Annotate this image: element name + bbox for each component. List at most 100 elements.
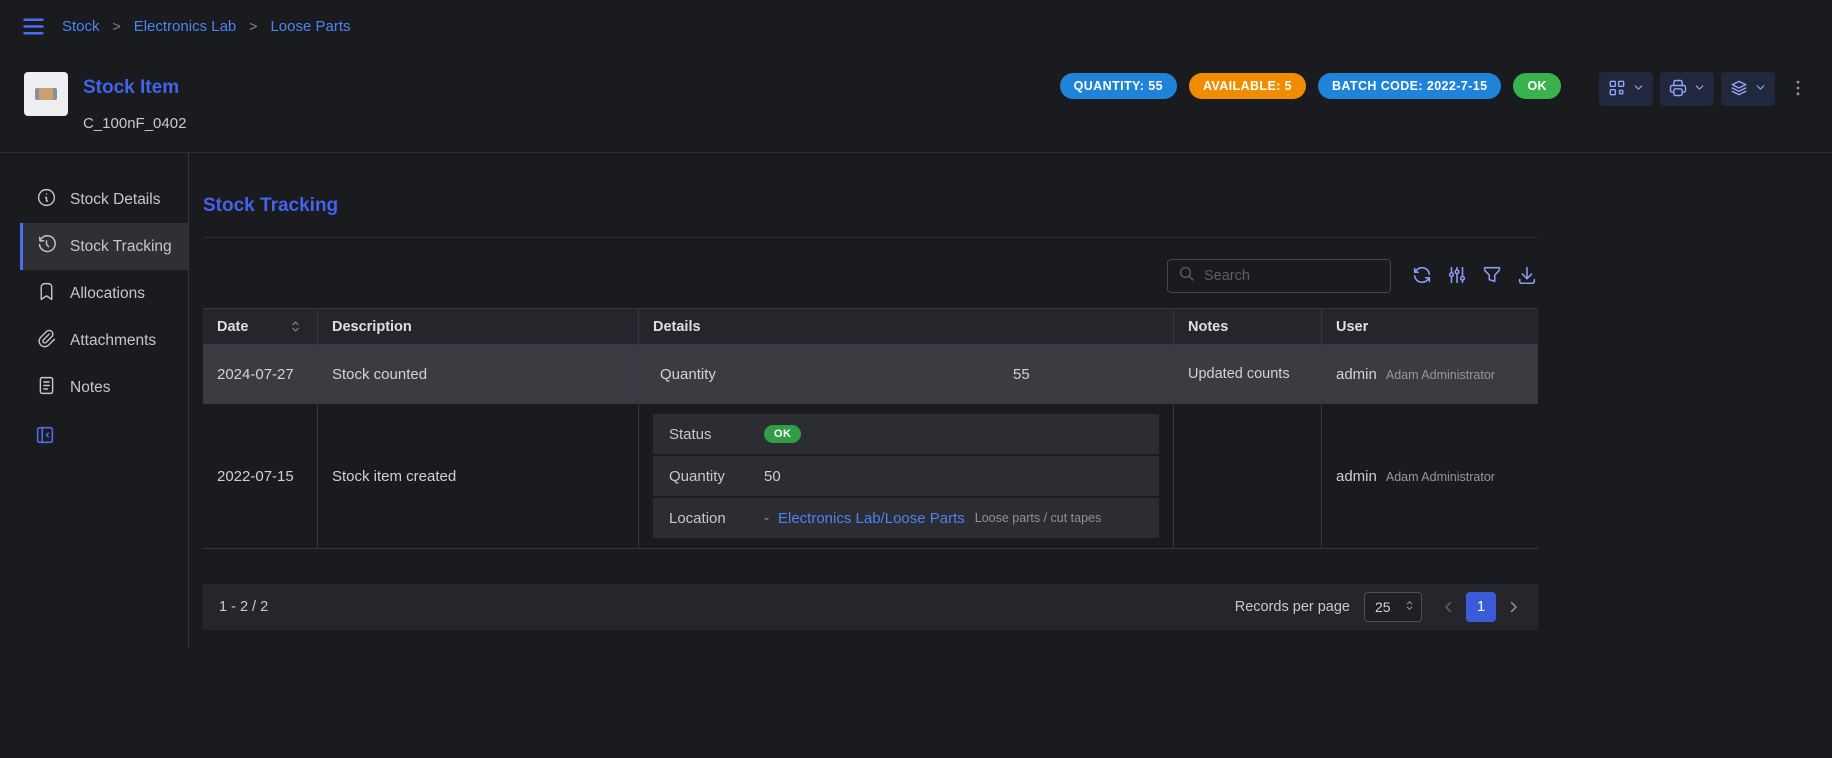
search-box xyxy=(1167,259,1391,293)
search-input[interactable] xyxy=(1204,268,1380,284)
description-value: Stock item created xyxy=(332,468,456,485)
location-link[interactable]: Electronics Lab/Loose Parts xyxy=(778,510,965,527)
location-caption: Loose parts / cut tapes xyxy=(975,511,1101,525)
table-toolbar xyxy=(203,259,1538,293)
column-header-label: Description xyxy=(332,319,412,335)
more-options-button[interactable] xyxy=(1788,72,1808,106)
details-cell: Quantity 55 xyxy=(638,345,1173,403)
column-header-date[interactable]: Date xyxy=(203,309,317,344)
record-range: 1 - 2 / 2 xyxy=(219,599,268,615)
sidebar-item-label: Allocations xyxy=(70,285,145,303)
detail-key: Quantity xyxy=(653,366,1013,383)
dash-separator: - xyxy=(764,510,769,527)
column-header-description[interactable]: Description xyxy=(317,309,638,344)
user-fullname: Adam Administrator xyxy=(1386,368,1495,382)
adjustments-icon xyxy=(1446,264,1468,289)
details-cell: Status OK Quantity 50 Location - Electro… xyxy=(638,404,1173,548)
date-value: 2022-07-15 xyxy=(217,468,294,485)
stock-item-name: C_100nF_0402 xyxy=(83,115,186,132)
detail-key: Quantity xyxy=(669,468,764,485)
date-cell: 2024-07-27 xyxy=(203,345,317,403)
breadcrumb: Stock > Electronics Lab > Loose Parts xyxy=(62,18,351,35)
column-header-user: User xyxy=(1321,309,1538,344)
download-icon xyxy=(1516,264,1538,289)
sidebar-collapse-icon xyxy=(34,434,56,449)
detail-entry-quantity: Quantity 50 xyxy=(653,456,1159,496)
records-per-page-select[interactable]: 25 xyxy=(1364,592,1422,622)
table-footer-right: Records per page 25 1 xyxy=(1235,592,1522,622)
info-icon xyxy=(36,187,57,213)
stock-operations-button[interactable] xyxy=(1721,72,1775,106)
detail-key: Status xyxy=(669,426,764,443)
description-value: Stock counted xyxy=(332,366,427,383)
detail-key: Location xyxy=(669,510,764,527)
refresh-icon xyxy=(1411,264,1433,289)
filter-button[interactable] xyxy=(1481,264,1503,289)
description-cell: Stock item created xyxy=(317,404,638,548)
previous-page-button[interactable] xyxy=(1440,598,1458,616)
details-subtable: Status OK Quantity 50 Location - Electro… xyxy=(653,404,1159,548)
page-title: Stock Item xyxy=(83,77,186,99)
username: admin xyxy=(1336,468,1377,485)
page-1-button[interactable]: 1 xyxy=(1466,592,1496,622)
breadcrumb-separator: > xyxy=(249,18,257,34)
column-header-label: User xyxy=(1336,319,1368,335)
user-fullname: Adam Administrator xyxy=(1386,470,1495,484)
sort-icon[interactable] xyxy=(288,319,303,334)
sidebar-collapse-button[interactable] xyxy=(34,424,56,449)
download-button[interactable] xyxy=(1516,264,1538,289)
paperclip-icon xyxy=(36,328,57,354)
barcode-actions-button[interactable] xyxy=(1599,72,1653,106)
bookmark-icon xyxy=(36,281,57,307)
stock-tracking-table: Date Description Details Notes User 2024… xyxy=(203,308,1538,630)
breadcrumb-stock[interactable]: Stock xyxy=(62,18,100,35)
menu-icon[interactable] xyxy=(20,13,47,40)
user-cell: admin Adam Administrator xyxy=(1321,345,1538,403)
print-actions-button[interactable] xyxy=(1660,72,1714,106)
sidebar-item-allocations[interactable]: Allocations xyxy=(20,270,188,317)
user-cell: admin Adam Administrator xyxy=(1321,404,1538,548)
topbar: Stock > Electronics Lab > Loose Parts xyxy=(0,0,1832,52)
detail-value: 50 xyxy=(764,468,781,485)
refresh-button[interactable] xyxy=(1411,264,1433,289)
column-header-notes: Notes xyxy=(1173,309,1321,344)
table-row[interactable]: 2022-07-15 Stock item created Status OK … xyxy=(203,404,1538,549)
sidebar-item-notes[interactable]: Notes xyxy=(20,364,188,411)
table-options-button[interactable] xyxy=(1446,264,1468,289)
description-cell: Stock counted xyxy=(317,345,638,403)
sidebar-item-attachments[interactable]: Attachments xyxy=(20,317,188,364)
table-row[interactable]: 2024-07-27 Stock counted Quantity 55 Upd… xyxy=(203,345,1538,404)
breadcrumb-loose-parts[interactable]: Loose Parts xyxy=(270,18,350,35)
column-header-label: Details xyxy=(653,319,701,335)
column-header-details: Details xyxy=(638,309,1173,344)
page-header: Stock Item C_100nF_0402 QUANTITY: 55 AVA… xyxy=(0,52,1832,152)
app-window: Stock > Electronics Lab > Loose Parts St… xyxy=(0,0,1832,758)
records-per-page-label: Records per page xyxy=(1235,599,1350,615)
filter-icon xyxy=(1481,264,1503,289)
sidebar-item-label: Attachments xyxy=(70,332,156,350)
notes-icon xyxy=(36,375,57,401)
user-info: admin Adam Administrator xyxy=(1336,468,1495,485)
next-page-button[interactable] xyxy=(1504,598,1522,616)
sidebar-item-stock-tracking[interactable]: Stock Tracking xyxy=(20,223,188,270)
capacitor-image xyxy=(35,88,57,100)
ok-status-badge: OK xyxy=(1513,73,1561,99)
date-value: 2024-07-27 xyxy=(217,366,294,383)
ok-status-badge: OK xyxy=(764,425,801,443)
username: admin xyxy=(1336,366,1377,383)
sidebar: Stock Details Stock Tracking Allocations… xyxy=(0,153,189,648)
breadcrumb-separator: > xyxy=(113,18,121,34)
notes-cell: Updated counts xyxy=(1173,345,1321,403)
detail-value: 55 xyxy=(1013,366,1030,383)
table-footer: 1 - 2 / 2 Records per page 25 1 xyxy=(203,584,1538,630)
breadcrumb-electronics-lab[interactable]: Electronics Lab xyxy=(134,18,237,35)
stock-item-thumbnail[interactable] xyxy=(24,72,68,116)
notes-value: Updated counts xyxy=(1188,366,1290,382)
main-panel: Stock Tracking xyxy=(189,153,1538,630)
sidebar-item-stock-details[interactable]: Stock Details xyxy=(20,176,188,223)
panel-heading: Stock Tracking xyxy=(203,195,1538,217)
stock-operations-icon xyxy=(1729,78,1749,101)
page-titles: Stock Item C_100nF_0402 xyxy=(83,72,186,132)
chevron-down-icon xyxy=(1754,81,1767,97)
page-size-value: 25 xyxy=(1375,599,1391,615)
